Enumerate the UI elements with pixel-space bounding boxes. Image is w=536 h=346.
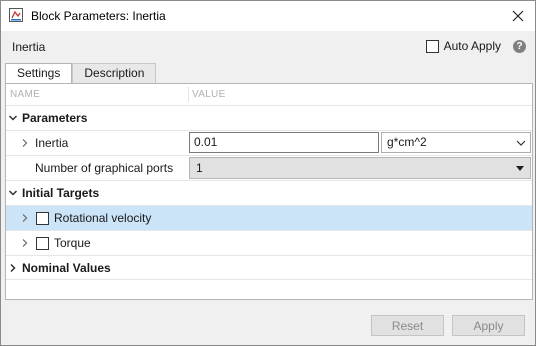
close-icon[interactable] bbox=[509, 7, 527, 25]
tab-description[interactable]: Description bbox=[72, 63, 157, 83]
tab-settings[interactable]: Settings bbox=[5, 63, 73, 83]
simulink-block-icon bbox=[9, 8, 23, 22]
ports-value: 1 bbox=[196, 161, 203, 175]
section-parameters[interactable]: Parameters bbox=[6, 105, 532, 130]
help-icon[interactable]: ? bbox=[513, 40, 526, 53]
target-row-torque[interactable]: Torque bbox=[6, 230, 532, 255]
column-divider bbox=[188, 87, 189, 102]
ports-dropdown[interactable]: 1 bbox=[189, 157, 531, 179]
rotational-velocity-checkbox[interactable] bbox=[36, 212, 49, 225]
section-label: Initial Targets bbox=[22, 186, 100, 200]
section-label: Nominal Values bbox=[22, 261, 111, 275]
dialog-header: Inertia Auto Apply ? bbox=[1, 32, 535, 60]
auto-apply-toggle[interactable]: Auto Apply bbox=[425, 39, 501, 53]
target-row-rotational-velocity[interactable]: Rotational velocity bbox=[6, 205, 532, 230]
torque-checkbox[interactable] bbox=[36, 237, 49, 250]
inertia-value-input[interactable]: 0.01 bbox=[189, 132, 379, 153]
parameters-table: NAME VALUE Parameters Inertia 0.01 g*cm^… bbox=[5, 83, 533, 300]
unit-value: g*cm^2 bbox=[387, 135, 427, 149]
section-nominal-values[interactable]: Nominal Values bbox=[6, 255, 532, 280]
column-header-value: VALUE bbox=[192, 89, 226, 100]
target-label: Torque bbox=[54, 236, 91, 250]
window-title: Block Parameters: Inertia bbox=[31, 9, 166, 23]
block-name: Inertia bbox=[12, 40, 46, 54]
param-row-ports: Number of graphical ports 1 bbox=[6, 155, 532, 180]
section-label: Parameters bbox=[22, 111, 88, 125]
tab-bar: Settings Description bbox=[5, 63, 157, 83]
title-bar: Block Parameters: Inertia bbox=[1, 1, 535, 31]
apply-button[interactable]: Apply bbox=[452, 315, 525, 336]
inertia-unit-dropdown[interactable]: g*cm^2 bbox=[381, 132, 531, 153]
param-row-inertia: Inertia 0.01 g*cm^2 bbox=[6, 130, 532, 155]
chevron-down-icon bbox=[516, 140, 526, 146]
reset-button[interactable]: Reset bbox=[371, 315, 444, 336]
param-label: Inertia bbox=[35, 136, 69, 150]
section-initial-targets[interactable]: Initial Targets bbox=[6, 180, 532, 205]
chevron-right-icon[interactable] bbox=[8, 263, 18, 273]
chevron-right-icon[interactable] bbox=[20, 213, 30, 223]
block-parameters-dialog: Block Parameters: Inertia Inertia Auto A… bbox=[0, 0, 536, 346]
target-label: Rotational velocity bbox=[54, 211, 152, 225]
param-label: Number of graphical ports bbox=[35, 161, 174, 175]
chevron-right-icon[interactable] bbox=[20, 138, 30, 148]
chevron-down-icon[interactable] bbox=[8, 188, 18, 198]
auto-apply-label: Auto Apply bbox=[443, 39, 501, 53]
chevron-down-icon[interactable] bbox=[8, 113, 18, 123]
dropdown-arrow-icon bbox=[516, 166, 524, 171]
chevron-right-icon[interactable] bbox=[20, 238, 30, 248]
auto-apply-checkbox[interactable] bbox=[425, 39, 439, 53]
column-header-name: NAME bbox=[10, 89, 41, 100]
